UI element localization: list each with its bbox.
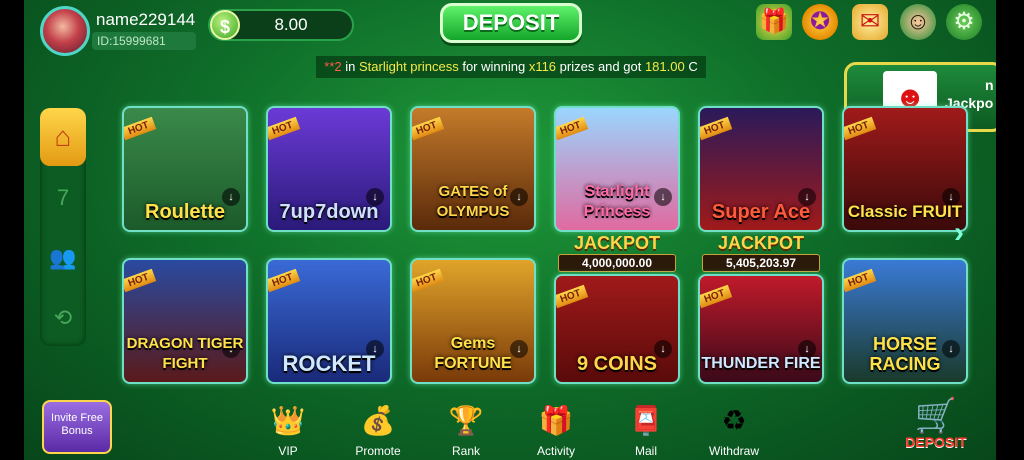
ticker-text: in <box>341 59 359 74</box>
avatar[interactable] <box>40 6 90 56</box>
nav-withdraw[interactable]: ♻ Withdraw <box>704 402 764 458</box>
game-tile-classic-fruit[interactable]: HOT ↓ Classic FRUIT <box>842 106 968 232</box>
crown-icon: 👑 <box>270 405 306 436</box>
game-tile-gates-of-olympus[interactable]: HOT ↓ GATES of OLYMPUS <box>410 106 536 232</box>
nav-promote[interactable]: 💰 Promote <box>348 402 408 458</box>
home-icon[interactable]: ⌂ <box>40 108 86 166</box>
game-tile-gems-fortune[interactable]: HOT ↓ Gems FORTUNE <box>410 258 536 384</box>
hot-badge: HOT <box>412 268 445 293</box>
jackpot-label: JACKPOT <box>573 233 660 253</box>
coins-stack-icon: 💰 <box>360 405 396 436</box>
jackpot-label: JACKPOT <box>717 233 804 253</box>
nav-label: Promote <box>355 444 401 458</box>
nav-label: Mail <box>634 444 657 458</box>
hot-badge: HOT <box>844 116 877 141</box>
nav-rank[interactable]: 🏆 Rank <box>436 402 496 458</box>
history-icon[interactable]: ⟲ <box>40 294 86 342</box>
nav-mail[interactable]: 📮 Mail <box>616 402 676 458</box>
ticker-game: Starlight princess <box>359 59 459 74</box>
ticker-multiplier: x116 <box>528 59 557 74</box>
support-icon[interactable]: ☺ <box>900 4 936 40</box>
nav-label: Activity <box>536 444 575 458</box>
username: name229144 <box>96 10 196 29</box>
scroll-right-arrow-icon[interactable]: › <box>954 216 964 250</box>
rewards-icon[interactable]: ✉ <box>852 4 888 40</box>
game-tile-starlight-princess[interactable]: HOT ↓ Starlight Princess <box>554 106 680 232</box>
deposit-button[interactable]: DEPOSIT <box>440 3 582 43</box>
game-title: DRAGON TIGER FIGHT <box>126 335 244 372</box>
lucky-wheel-icon[interactable]: ✪ <box>802 4 838 40</box>
multiplayer-icon[interactable]: 👥 <box>40 234 86 282</box>
winner-ticker: **2 in Starlight princess for winning x1… <box>316 56 706 78</box>
game-title: 9 COINS <box>576 353 658 375</box>
settings-gear-icon[interactable]: ⚙ <box>946 4 982 40</box>
jackpot-value: 5,405,203.97 <box>702 254 820 272</box>
gift-box-icon: 🎁 <box>538 405 574 436</box>
hot-badge: HOT <box>556 116 589 141</box>
game-tile-super-ace[interactable]: HOT ↓ Super Ace <box>698 106 824 232</box>
slots-777-icon[interactable]: 7 <box>40 174 86 222</box>
jackpot-banner-line1: n <box>985 77 994 93</box>
game-tile-9-coins[interactable]: HOT ↓ 9 COINS <box>554 274 680 384</box>
game-tile-thunder-fire[interactable]: HOT ↓ THUNDER FIRE <box>698 274 824 384</box>
game-title: 7up7down <box>279 201 379 223</box>
withdraw-arrows-icon: ♻ <box>721 405 747 436</box>
nav-label: Withdraw <box>708 444 759 458</box>
game-tile-rocket[interactable]: HOT ↓ ROCKET <box>266 258 392 384</box>
nav-label: Rank <box>451 444 480 458</box>
hot-badge: HOT <box>556 284 589 309</box>
hot-badge: HOT <box>268 116 301 141</box>
shopping-cart-icon: 🛒 <box>914 397 958 435</box>
balance-value: 8.00 <box>274 15 308 34</box>
game-tile-roulette-zoo[interactable]: HOT ↓ Roulette <box>122 106 248 232</box>
hot-badge: HOT <box>124 116 157 141</box>
game-title: Gems FORTUNE <box>434 335 512 372</box>
game-lobby: name229144 ID:15999681 $ 8.00 DEPOSIT 🎁 … <box>24 0 996 460</box>
game-tile-dragon-tiger-fight[interactable]: HOT ↓ DRAGON TIGER FIGHT <box>122 258 248 384</box>
game-title: THUNDER FIRE <box>701 355 821 372</box>
ticker-text: prizes and got <box>556 59 645 74</box>
game-title: Starlight Princess <box>583 183 651 220</box>
game-title: ROCKET <box>282 351 376 376</box>
category-rail: ⌂ 7 👥 ⟲ <box>40 108 86 346</box>
mailbox-icon: 📮 <box>628 405 664 436</box>
game-title: Roulette <box>145 201 225 223</box>
hot-badge: HOT <box>700 284 733 309</box>
hot-badge: HOT <box>124 268 157 293</box>
hot-badge: HOT <box>700 116 733 141</box>
game-title: Super Ace <box>711 201 811 223</box>
game-title: Classic FRUIT <box>847 202 963 221</box>
deposit-cart-label: DEPOSIT <box>905 434 967 450</box>
game-tile-7up7down[interactable]: HOT ↓ 7up7down <box>266 106 392 232</box>
gift-icon[interactable]: 🎁 <box>756 4 792 40</box>
invite-bonus-button[interactable]: Invite Free Bonus <box>42 400 112 454</box>
game-title: HORSE RACING <box>869 334 941 374</box>
hot-badge: HOT <box>844 268 877 293</box>
nav-vip[interactable]: 👑 VIP <box>258 402 318 458</box>
game-title: GATES of OLYMPUS <box>436 183 510 220</box>
hot-badge: HOT <box>268 268 301 293</box>
trophy-icon: 🏆 <box>448 405 484 436</box>
deposit-cart-button[interactable]: 🛒 DEPOSIT <box>896 398 976 460</box>
ticker-text: C <box>684 59 698 74</box>
ticker-player: **2 <box>324 59 342 74</box>
nav-activity[interactable]: 🎁 Activity <box>526 402 586 458</box>
game-tile-horse-racing[interactable]: HOT ↓ HORSE RACING <box>842 258 968 384</box>
user-id: ID:15999681 <box>92 32 196 50</box>
balance-display[interactable]: $ 8.00 <box>208 9 354 41</box>
jackpot-value: 4,000,000.00 <box>558 254 676 272</box>
hot-badge: HOT <box>412 116 445 141</box>
ticker-text: for winning <box>458 59 529 74</box>
ticker-amount: 181.00 <box>644 59 685 74</box>
nav-label: VIP <box>278 444 298 458</box>
